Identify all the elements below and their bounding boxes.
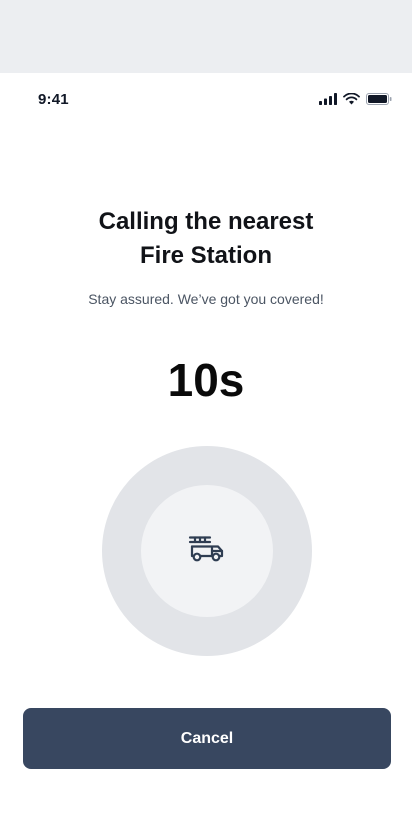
status-icons bbox=[319, 92, 392, 110]
status-time: 9:41 bbox=[38, 91, 69, 108]
cancel-button[interactable]: Cancel bbox=[23, 708, 391, 769]
top-background-band bbox=[0, 0, 412, 73]
calling-indicator-ring bbox=[102, 446, 312, 656]
calling-indicator-core bbox=[141, 485, 273, 617]
page-title: Calling the nearest Fire Station bbox=[0, 205, 412, 273]
title-line-2: Fire Station bbox=[139, 242, 272, 269]
title-line-1: Calling the nearest bbox=[98, 208, 314, 235]
wifi-icon bbox=[343, 92, 360, 110]
countdown-timer: 10s bbox=[167, 354, 245, 406]
phone-screen: 9:41 Calling the nearest Fire Station St… bbox=[0, 73, 412, 829]
signal-icon bbox=[319, 92, 337, 110]
page-subtitle: Stay assured. We’ve got you covered! bbox=[88, 291, 324, 307]
status-bar: 9:41 bbox=[0, 73, 412, 123]
fire-truck-icon bbox=[188, 535, 226, 568]
battery-icon bbox=[366, 92, 392, 110]
